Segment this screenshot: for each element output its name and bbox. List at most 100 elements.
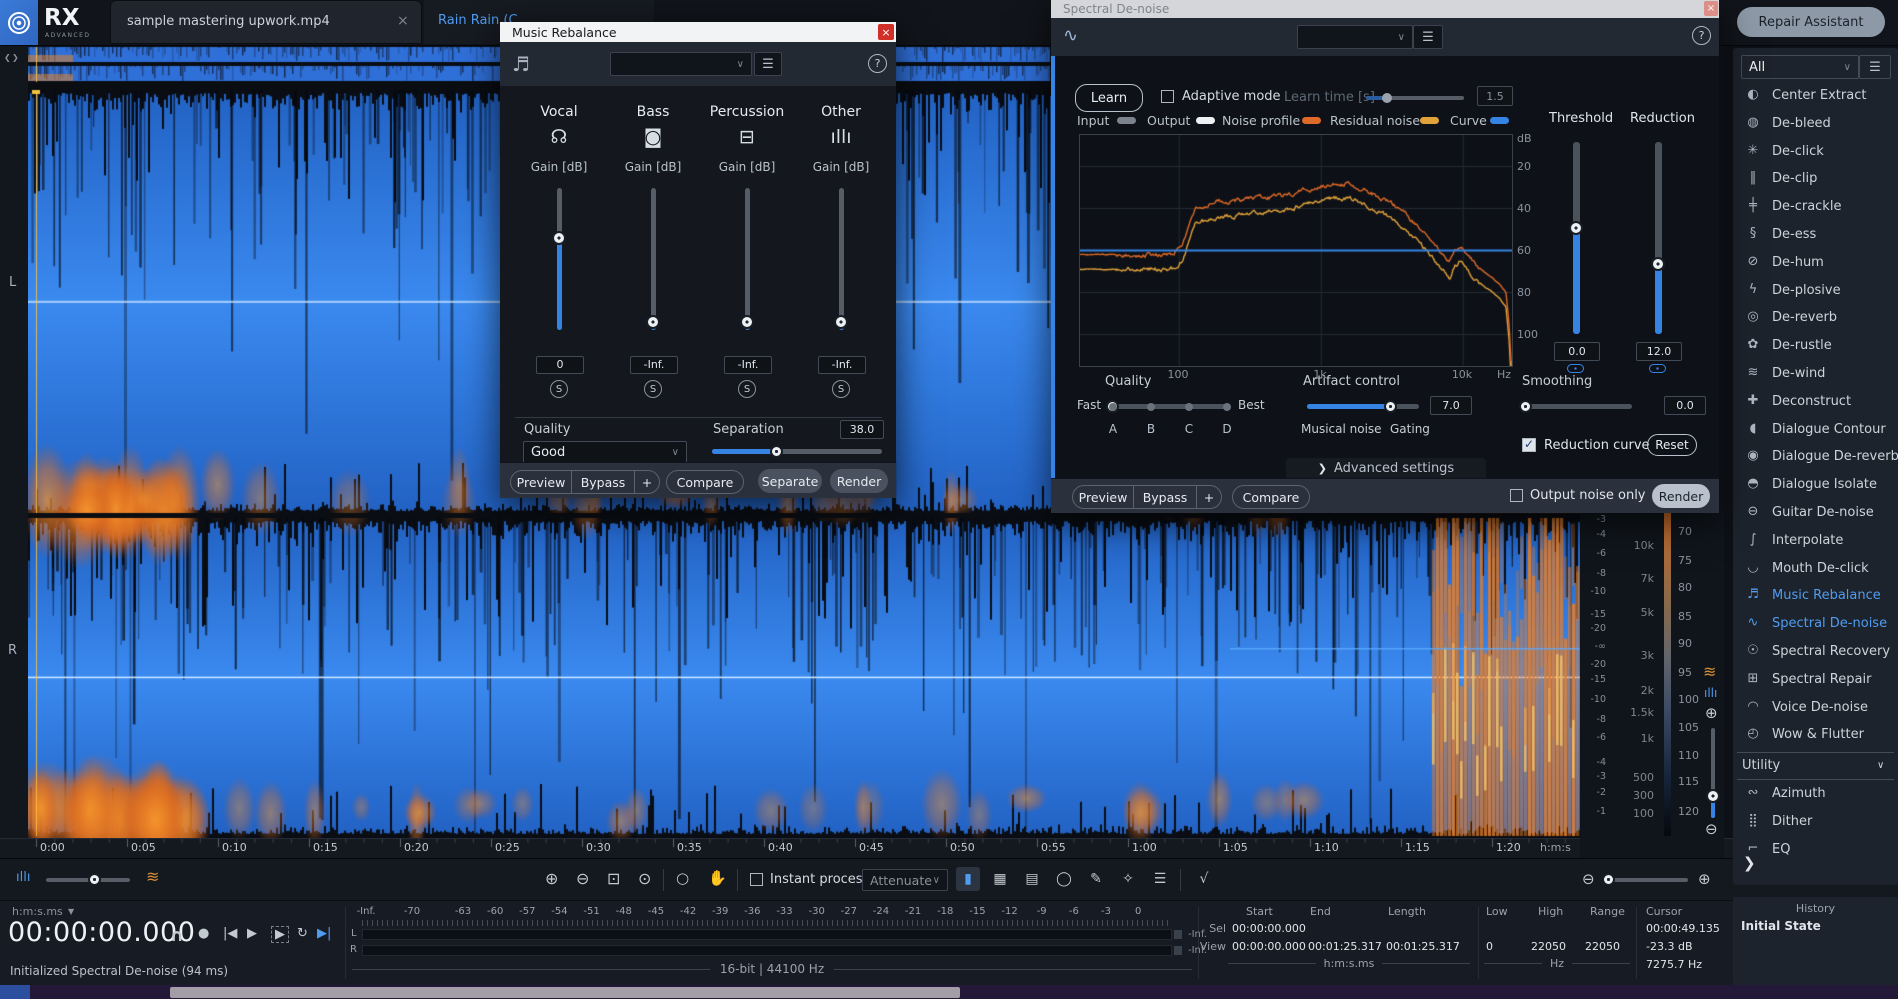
- preview-button[interactable]: Preview: [511, 471, 572, 493]
- end-value[interactable]: 00:01:25.317: [1308, 940, 1382, 953]
- reduction-link-icon[interactable]: [1649, 364, 1666, 373]
- zoom-in-icon[interactable]: ⊕: [545, 869, 558, 888]
- sidebar-item-de-ess[interactable]: §De-ess: [1733, 221, 1898, 249]
- other-gain-thumb[interactable]: [834, 315, 848, 329]
- bypass-button[interactable]: Bypass: [1134, 486, 1197, 508]
- find-icon[interactable]: ○: [676, 869, 689, 887]
- threshold-link-icon[interactable]: [1567, 364, 1584, 373]
- time-format-chevron-icon[interactable]: ▼: [68, 907, 74, 916]
- hand-icon[interactable]: ✋: [708, 869, 727, 887]
- add-preview-button[interactable]: +: [635, 471, 659, 493]
- preset-menu-button[interactable]: ☰: [754, 52, 782, 76]
- sidebar-item-mouth-de-click[interactable]: ◡Mouth De-click: [1733, 555, 1898, 583]
- add-preview-button[interactable]: +: [1197, 486, 1221, 508]
- smoothing-slider[interactable]: [1522, 404, 1632, 409]
- vocal-gain-value[interactable]: 0: [536, 356, 584, 374]
- percussion-gain-slider[interactable]: [745, 188, 750, 330]
- output-noise-only-checkbox[interactable]: [1510, 489, 1523, 502]
- help-icon[interactable]: ?: [1692, 26, 1711, 45]
- tab-sample-mastering[interactable]: sample mastering upwork.mp4 ×: [110, 0, 422, 44]
- vocal-solo-button[interactable]: S: [550, 380, 568, 398]
- brush-tool[interactable]: ✎: [1084, 867, 1108, 891]
- node-tool[interactable]: √: [1192, 867, 1216, 891]
- threshold-value[interactable]: 0.0: [1554, 342, 1600, 361]
- render-button[interactable]: Render: [1652, 484, 1710, 508]
- preset-dropdown[interactable]: ∨: [610, 52, 752, 76]
- collapse-right-icon[interactable]: ❯: [12, 53, 19, 62]
- playhead-time-display[interactable]: 00:00:00.000: [8, 917, 195, 948]
- sidebar-item-dialogue-isolate[interactable]: ◓Dialogue Isolate: [1733, 471, 1898, 499]
- advanced-settings-toggle[interactable]: ❯ Advanced settings: [1286, 458, 1486, 478]
- help-icon[interactable]: ?: [868, 54, 887, 73]
- sidebar-item-de-plosive[interactable]: ϟDe-plosive: [1733, 277, 1898, 305]
- wand-tool[interactable]: ✧: [1116, 867, 1140, 891]
- sidebar-item-dialogue-contour[interactable]: ◖Dialogue Contour: [1733, 416, 1898, 444]
- sidebar-item-dialogue-de-reverb[interactable]: ◉Dialogue De-reverb: [1733, 443, 1898, 471]
- smoothing-thumb[interactable]: [1519, 400, 1532, 413]
- compare-button[interactable]: Compare: [666, 470, 744, 494]
- separation-value[interactable]: 38.0: [840, 420, 884, 439]
- other-gain-slider[interactable]: [839, 188, 844, 330]
- sidebar-item-de-crackle[interactable]: ╪De-crackle: [1733, 193, 1898, 221]
- bass-solo-button[interactable]: S: [644, 380, 662, 398]
- wave-spec-blend-thumb[interactable]: [88, 873, 101, 886]
- smoothing-value[interactable]: 0.0: [1664, 396, 1706, 415]
- play-icon[interactable]: ▶: [247, 926, 257, 941]
- vocal-gain-thumb[interactable]: [552, 231, 566, 245]
- music-rebalance-titlebar[interactable]: Music Rebalance ×: [500, 22, 896, 42]
- percussion-gain-thumb[interactable]: [740, 315, 754, 329]
- percussion-gain-value[interactable]: -Inf.: [724, 356, 772, 374]
- right-zoom-in-icon[interactable]: ⊕: [1698, 870, 1711, 888]
- bass-gain-slider[interactable]: [651, 188, 656, 330]
- lasso-tool[interactable]: ◯: [1052, 867, 1076, 891]
- repair-assistant-button[interactable]: Repair Assistant: [1737, 7, 1885, 37]
- preset-dropdown[interactable]: ∨: [1297, 25, 1413, 49]
- other-solo-button[interactable]: S: [832, 380, 850, 398]
- sidebar-item-de-rustle[interactable]: ✿De-rustle: [1733, 332, 1898, 360]
- sidebar-item-de-click[interactable]: ✳De-click: [1733, 138, 1898, 166]
- learn-button[interactable]: Learn: [1075, 84, 1143, 112]
- meter-peak-right[interactable]: [1174, 946, 1182, 955]
- learn-time-value[interactable]: 1.5: [1477, 86, 1513, 106]
- tab-close-icon[interactable]: ×: [397, 13, 409, 29]
- sidebar-item-spectral-repair[interactable]: ⊞Spectral Repair: [1733, 666, 1898, 694]
- render-button[interactable]: Render: [830, 469, 888, 493]
- sidebar-item-dither[interactable]: ⣿Dither: [1733, 808, 1898, 836]
- meter-peak-left[interactable]: [1174, 930, 1182, 939]
- zoom-reset-icon[interactable]: ⊙: [638, 869, 651, 888]
- spectrogram-view-icon[interactable]: ≋: [1703, 662, 1716, 681]
- reduction-value[interactable]: 12.0: [1636, 342, 1682, 361]
- high-value[interactable]: 22050: [1522, 940, 1566, 953]
- skip-back-icon[interactable]: |◀: [223, 926, 237, 941]
- view-start-value[interactable]: 00:00:00.000: [1232, 940, 1306, 953]
- close-icon[interactable]: ×: [878, 24, 894, 40]
- record-icon[interactable]: ●: [198, 926, 209, 941]
- waveform-view-icon[interactable]: ıllı: [1704, 686, 1717, 700]
- threshold-thumb[interactable]: [1569, 221, 1583, 235]
- vertical-zoom-out-icon[interactable]: ⊖: [1705, 820, 1718, 838]
- sidebar-item-center-extract[interactable]: ◐Center Extract: [1733, 82, 1898, 110]
- sidebar-item-azimuth[interactable]: ∾Azimuth: [1733, 780, 1898, 808]
- freq-selection-tool[interactable]: ▤: [1020, 867, 1044, 891]
- other-gain-value[interactable]: -Inf.: [818, 356, 866, 374]
- vertical-zoom-in-icon[interactable]: ⊕: [1705, 704, 1718, 722]
- sidebar-item-de-reverb[interactable]: ◎De-reverb: [1733, 304, 1898, 332]
- separate-button[interactable]: Separate: [758, 469, 822, 493]
- play-selection-icon[interactable]: ▶: [271, 926, 289, 943]
- loop-icon[interactable]: ↻: [297, 926, 308, 941]
- sidebar-item-interpolate[interactable]: ∫Interpolate: [1733, 527, 1898, 555]
- sidebar-item-music-rebalance[interactable]: ♬Music Rebalance: [1733, 582, 1898, 610]
- reduction-curve-checkbox[interactable]: [1522, 438, 1536, 452]
- reduction-thumb[interactable]: [1651, 257, 1665, 271]
- sidebar-item-voice-de-noise[interactable]: ◠Voice De-noise: [1733, 694, 1898, 722]
- learn-time-thumb[interactable]: [1382, 93, 1392, 103]
- spectral-denoise-titlebar[interactable]: Spectral De-noise ×: [1051, 0, 1719, 18]
- quality-detent[interactable]: [1223, 403, 1231, 411]
- preset-menu-button[interactable]: ☰: [1413, 25, 1443, 49]
- length-value[interactable]: 00:01:25.317: [1386, 940, 1460, 953]
- quality-detent[interactable]: [1147, 403, 1155, 411]
- sidebar-item-guitar-de-noise[interactable]: ⊖Guitar De-noise: [1733, 499, 1898, 527]
- go-end-icon[interactable]: ▶|: [317, 926, 331, 941]
- close-icon[interactable]: ×: [1704, 1, 1718, 16]
- zoom-selection-icon[interactable]: ⊡: [607, 869, 620, 888]
